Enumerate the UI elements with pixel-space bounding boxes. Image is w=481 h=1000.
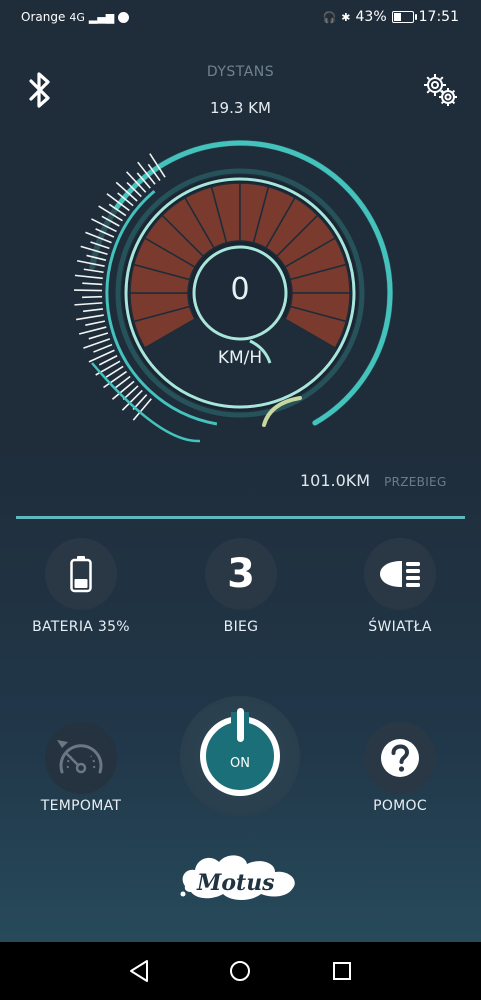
bluetooth-status-icon: ✱ xyxy=(341,10,351,24)
odometer-value: 101.0KM xyxy=(300,471,371,490)
odometer: 101.0KM PRZEBIEG xyxy=(300,471,447,490)
headset-icon: 🎧 xyxy=(322,10,337,24)
speedometer-icon xyxy=(57,740,103,774)
scale-tick xyxy=(74,274,103,280)
gear-label: BIEG xyxy=(223,619,259,635)
battery-label: BATERIA 35% xyxy=(32,619,130,635)
status-right: 🎧 ✱ 43% 17:51 xyxy=(323,9,459,25)
help-button[interactable] xyxy=(364,722,436,794)
motus-logo: Motus xyxy=(180,855,295,900)
cruise-control-label: TEMPOMAT xyxy=(40,798,122,814)
status-left: Orange 4G ▂▄▆ xyxy=(21,10,130,24)
speed-value: 0 xyxy=(230,272,250,307)
distance-label: DYSTANS xyxy=(206,64,275,80)
gear-button[interactable]: 3 xyxy=(205,538,277,610)
home-icon[interactable] xyxy=(229,960,251,982)
scale-tick xyxy=(82,295,103,299)
scale-tick xyxy=(76,314,104,321)
gear-icon[interactable] xyxy=(419,70,461,110)
scale-tick xyxy=(93,343,113,353)
question-icon xyxy=(381,739,419,777)
scale-tick xyxy=(82,308,104,313)
distance-value: 19.3 KM xyxy=(210,99,271,117)
power-state: ON xyxy=(230,756,250,771)
back-icon[interactable] xyxy=(128,958,150,984)
scale-tick xyxy=(88,332,109,340)
clock: 17:51 xyxy=(418,9,459,25)
power-icon: ON xyxy=(200,708,280,796)
scale-tick xyxy=(82,282,103,286)
carrier-name: Orange xyxy=(21,10,66,24)
status-bar: Orange 4G ▂▄▆ 🎧 ✱ 43% 17:51 xyxy=(0,0,481,36)
battery-percent: 43% xyxy=(355,9,387,25)
battery-button[interactable] xyxy=(45,538,117,610)
svg-text:Motus: Motus xyxy=(196,870,275,896)
odometer-label: PRZEBIEG xyxy=(384,475,447,489)
divider xyxy=(16,516,465,519)
battery-icon xyxy=(70,556,92,593)
recent-apps-icon[interactable] xyxy=(332,961,352,981)
scale-tick xyxy=(83,268,104,274)
network-type: 4G xyxy=(69,10,85,24)
scale-tick xyxy=(85,320,106,326)
help-label: POMOC xyxy=(373,798,427,814)
battery-status-icon xyxy=(391,11,417,23)
speed-unit: KM/H xyxy=(217,348,263,368)
spotify-icon xyxy=(118,11,130,23)
gear-value: 3 xyxy=(227,551,255,597)
cruise-control-button[interactable] xyxy=(45,722,117,794)
scale-tick xyxy=(78,326,107,335)
scale-tick xyxy=(74,302,103,306)
headlight-icon xyxy=(380,561,420,587)
power-button[interactable]: ON xyxy=(180,696,300,816)
signal-icon: ▂▄▆ xyxy=(88,10,115,24)
lights-button[interactable] xyxy=(364,538,436,610)
scale-tick xyxy=(88,349,115,363)
lights-label: ŚWIATŁA xyxy=(368,619,432,635)
